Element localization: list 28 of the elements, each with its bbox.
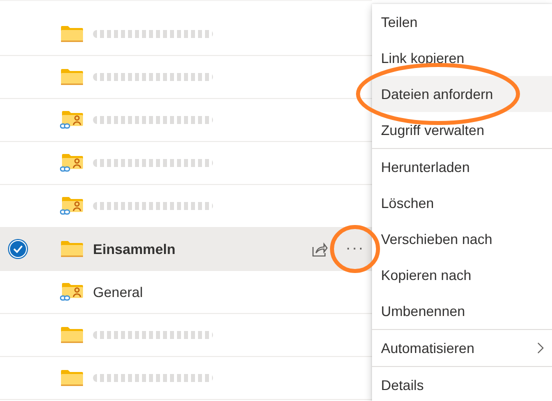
folder-name[interactable]: Einsammeln — [93, 241, 176, 257]
check-icon[interactable] — [9, 240, 27, 258]
share-icon[interactable] — [312, 242, 328, 256]
menu-item[interactable]: Umbenennen — [372, 293, 552, 329]
folder-icon — [60, 326, 82, 344]
menu-item[interactable]: Herunterladen — [372, 149, 552, 185]
menu-item[interactable]: Teilen — [372, 4, 552, 40]
file-row[interactable]: General — [0, 271, 372, 314]
menu-item[interactable]: Link kopieren — [372, 40, 552, 76]
shared-folder-icon — [60, 282, 84, 302]
menu-item[interactable]: Kopieren nach — [372, 257, 552, 293]
folder-name[interactable]: General — [93, 284, 143, 300]
folder-icon — [60, 68, 82, 86]
shared-folder-icon — [60, 110, 84, 130]
shared-folder-icon — [60, 196, 84, 216]
chevron-right-icon — [537, 342, 544, 354]
folder-icon — [60, 240, 82, 258]
file-row[interactable]: Einsammeln ··· — [0, 228, 372, 271]
folder-icon — [60, 25, 82, 43]
more-button[interactable]: ··· — [338, 240, 372, 258]
menu-item[interactable]: Details — [372, 367, 552, 401]
menu-item[interactable]: Verschieben nach — [372, 221, 552, 257]
menu-item[interactable]: Automatisieren — [372, 330, 552, 366]
folder-icon — [60, 369, 82, 387]
menu-item[interactable]: Dateien anfordern — [372, 76, 552, 112]
menu-item[interactable]: Zugriff verwalten — [372, 112, 552, 148]
shared-folder-icon — [60, 153, 84, 173]
menu-item[interactable]: Löschen — [372, 185, 552, 221]
